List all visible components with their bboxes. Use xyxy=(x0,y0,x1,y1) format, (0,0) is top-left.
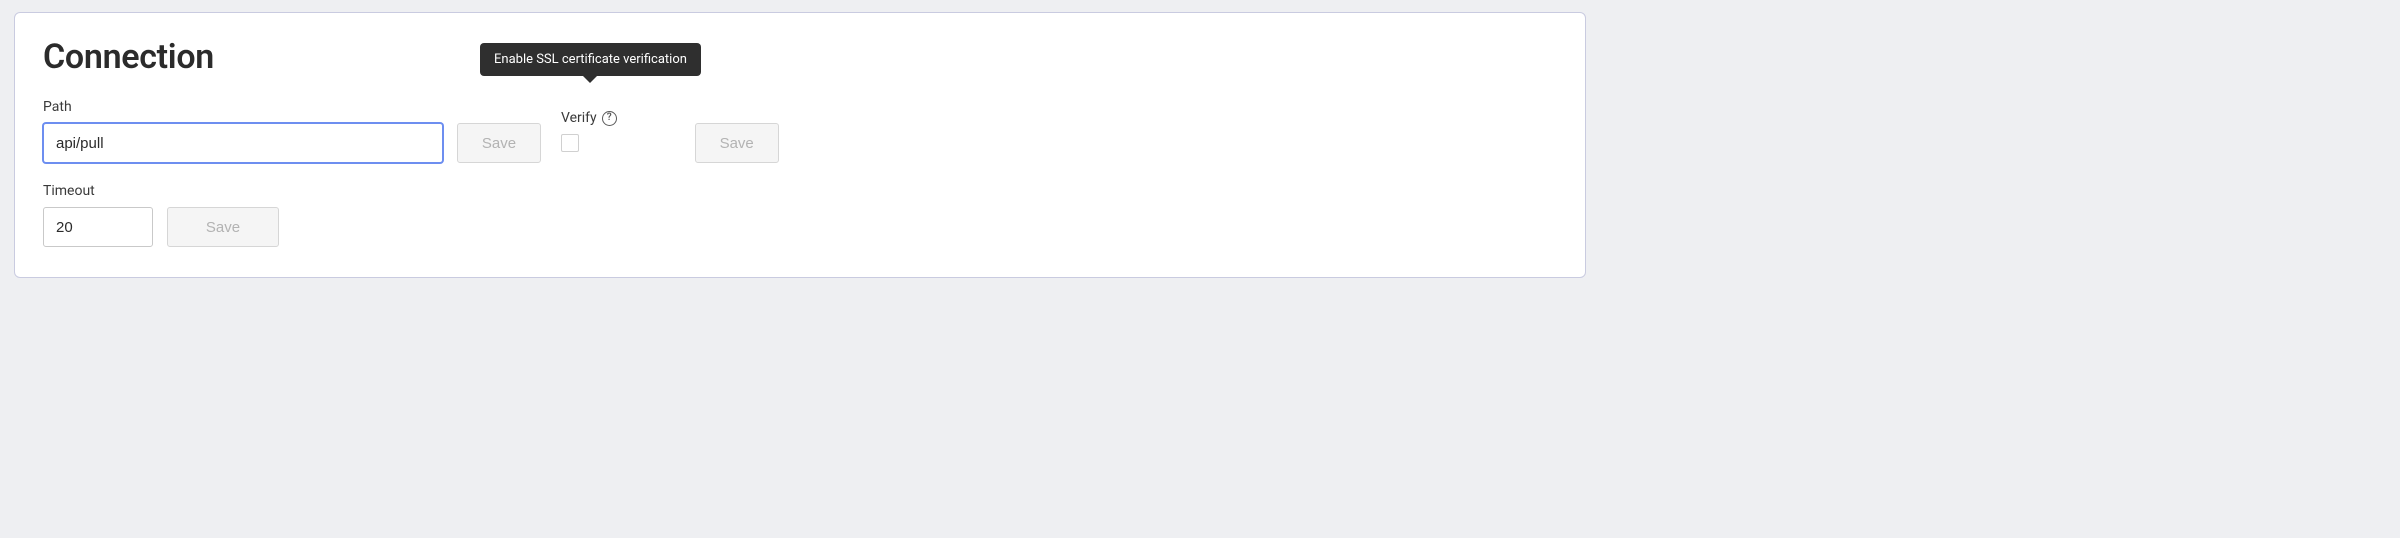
path-field-group: Path xyxy=(43,99,443,163)
section-title: Connection xyxy=(43,37,1557,77)
timeout-label: Timeout xyxy=(43,183,153,199)
save-timeout-button[interactable]: Save xyxy=(167,207,279,247)
verify-tooltip: Enable SSL certificate verification xyxy=(480,43,701,76)
save-verify-button[interactable]: Save xyxy=(695,123,779,163)
timeout-field-group: Timeout xyxy=(43,183,153,247)
verify-label-row: Verify ? xyxy=(561,110,617,126)
path-input[interactable] xyxy=(43,123,443,163)
timeout-input[interactable] xyxy=(43,207,153,247)
row-path-verify: Path Save Verify ? Save xyxy=(43,99,1557,163)
help-icon[interactable]: ? xyxy=(602,111,617,126)
connection-panel: Connection Enable SSL certificate verifi… xyxy=(14,12,1586,278)
save-path-button[interactable]: Save xyxy=(457,123,541,163)
verify-checkbox[interactable] xyxy=(561,134,579,152)
verify-label: Verify xyxy=(561,110,597,126)
path-label: Path xyxy=(43,99,443,115)
row-timeout: Timeout Save xyxy=(43,183,1557,247)
verify-field-group: Verify ? xyxy=(561,110,617,163)
